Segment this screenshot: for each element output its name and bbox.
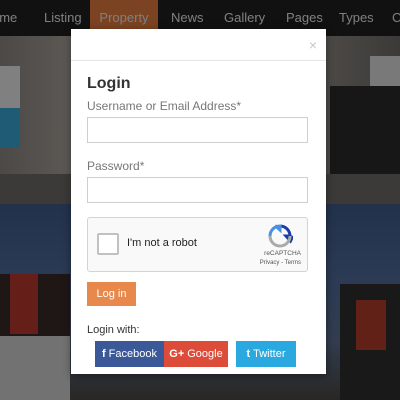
recaptcha-checkbox[interactable]	[97, 233, 119, 255]
twitter-login-button[interactable]: t Twitter	[236, 341, 296, 367]
username-input[interactable]	[87, 117, 308, 143]
password-input[interactable]	[87, 177, 308, 203]
facebook-label: Facebook	[108, 348, 157, 360]
google-login-button[interactable]: G+ Google	[164, 341, 228, 367]
password-label: Password*	[87, 159, 145, 173]
google-plus-icon: G+	[169, 348, 185, 360]
recaptcha-widget: I'm not a robot reCAPTCHA Privacy - Term…	[87, 217, 308, 272]
recaptcha-links[interactable]: Privacy - Terms	[260, 260, 301, 266]
recaptcha-label: I'm not a robot	[127, 237, 197, 249]
close-icon[interactable]: ×	[309, 37, 317, 53]
modal-divider	[71, 60, 326, 61]
login-button[interactable]: Log in	[87, 282, 136, 306]
twitter-icon: t	[246, 348, 251, 360]
facebook-login-button[interactable]: f Facebook	[95, 341, 164, 367]
username-label: Username or Email Address*	[87, 99, 242, 113]
recaptcha-brand: reCAPTCHA	[264, 250, 301, 257]
login-modal: × Login Username or Email Address* Passw…	[71, 29, 326, 374]
login-with-label: Login with:	[87, 324, 140, 336]
modal-title: Login	[87, 75, 131, 92]
facebook-icon: f	[102, 348, 106, 360]
recaptcha-icon	[268, 224, 293, 248]
twitter-label: Twitter	[253, 348, 286, 360]
google-label: Google	[187, 348, 223, 360]
